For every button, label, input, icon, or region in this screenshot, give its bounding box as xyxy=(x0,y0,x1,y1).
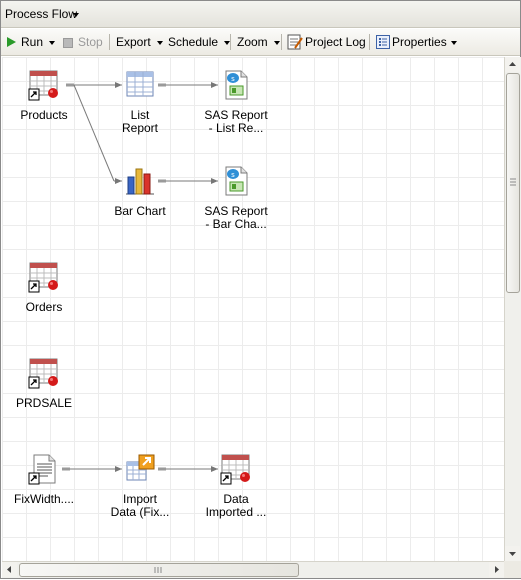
toolbar-separator xyxy=(281,34,282,50)
title-dropdown-icon[interactable] xyxy=(73,13,79,17)
node-import-data[interactable]: Import Data (Fix... xyxy=(100,453,180,528)
sas-report-icon: s xyxy=(225,70,248,100)
scroll-left-button[interactable] xyxy=(2,562,17,577)
node-list-report[interactable]: List Report xyxy=(100,69,180,144)
node-label-line: Data (Fix... xyxy=(110,505,170,519)
import-data-icon xyxy=(126,454,155,481)
grip-icon xyxy=(510,178,516,186)
arrow-down-icon xyxy=(509,552,516,556)
arrow-right-icon xyxy=(495,566,499,573)
node-label-line: - List Re... xyxy=(208,121,264,135)
toolbar-separator xyxy=(369,34,370,50)
process-flow-canvas[interactable]: Products List Report s SAS Report - List… xyxy=(2,57,504,561)
scroll-down-button[interactable] xyxy=(505,546,520,561)
scrollbar-corner xyxy=(504,561,521,578)
toolbar: Run Stop Export Schedule Zoom Project Lo… xyxy=(1,29,520,56)
sas-table-icon xyxy=(28,262,58,293)
schedule-label: Schedule xyxy=(168,35,219,49)
properties-button[interactable]: Properties xyxy=(392,29,447,55)
node-prdsale[interactable]: PRDSALE xyxy=(4,357,84,417)
schedule-button[interactable]: Schedule xyxy=(168,29,231,55)
toolbar-separator xyxy=(230,34,231,50)
run-label: Run xyxy=(21,35,44,49)
node-label: Data Imported ... xyxy=(186,493,286,519)
sas-table-icon xyxy=(28,358,58,389)
node-label: Orders xyxy=(25,300,63,314)
scroll-right-button[interactable] xyxy=(489,562,504,577)
zoom-button[interactable]: Zoom xyxy=(237,29,280,55)
node-bar-chart[interactable]: Bar Chart xyxy=(100,165,180,225)
window-title[interactable]: Process Flow xyxy=(5,7,77,21)
horizontal-scroll-thumb[interactable] xyxy=(19,563,299,577)
vertical-scrollbar[interactable] xyxy=(504,57,521,561)
node-label: FixWidth.... xyxy=(13,492,74,506)
svg-text:s: s xyxy=(231,171,235,179)
run-icon xyxy=(7,37,16,47)
node-label: SAS Report - Bar Cha... xyxy=(186,205,286,231)
run-dropdown-icon[interactable] xyxy=(49,40,56,45)
process-flow-window: Process Flow Run Stop Export Schedule Zo… xyxy=(0,0,521,579)
project-log-button[interactable]: Project Log xyxy=(305,29,366,55)
stop-icon xyxy=(63,38,73,48)
node-label: SAS Report - List Re... xyxy=(186,109,286,135)
zoom-dropdown-icon xyxy=(273,40,280,45)
zoom-label: Zoom xyxy=(237,35,268,49)
toolbar-separator xyxy=(109,34,110,50)
node-label-line: Imported ... xyxy=(205,505,267,519)
node-sas-report-bar[interactable]: s SAS Report - Bar Cha... xyxy=(196,165,276,240)
sas-table-icon xyxy=(220,454,250,485)
horizontal-scrollbar[interactable] xyxy=(2,561,504,578)
properties-icon xyxy=(376,35,390,49)
node-products[interactable]: Products xyxy=(4,69,84,129)
node-fixwidth[interactable]: FixWidth.... xyxy=(4,453,84,513)
bar-chart-icon xyxy=(126,168,154,195)
node-label-line: Report xyxy=(121,121,159,135)
node-label: Import Data (Fix... xyxy=(90,493,190,519)
stop-button[interactable]: Stop xyxy=(78,29,103,55)
node-label: List Report xyxy=(90,109,190,135)
node-label: Bar Chart xyxy=(114,204,166,218)
node-label-line: - Bar Cha... xyxy=(205,217,267,231)
properties-dropdown[interactable] xyxy=(445,29,457,55)
node-label: PRDSALE xyxy=(15,396,73,410)
text-file-icon xyxy=(28,454,56,485)
export-label: Export xyxy=(116,35,151,49)
scroll-up-button[interactable] xyxy=(505,57,520,72)
export-button[interactable]: Export xyxy=(116,29,163,55)
run-button[interactable]: Run xyxy=(21,29,56,55)
project-log-icon xyxy=(287,34,303,50)
sas-report-icon: s xyxy=(225,166,248,196)
arrow-up-icon xyxy=(509,62,516,66)
node-orders[interactable]: Orders xyxy=(4,261,84,321)
grip-icon xyxy=(154,567,162,573)
node-sas-report-list[interactable]: s SAS Report - List Re... xyxy=(196,69,276,144)
svg-text:s: s xyxy=(231,75,235,83)
title-bar: Process Flow xyxy=(1,1,520,28)
properties-dropdown-icon xyxy=(451,40,457,45)
node-data-imported[interactable]: Data Imported ... xyxy=(196,453,276,528)
export-dropdown-icon xyxy=(156,40,163,45)
node-label: Products xyxy=(20,108,68,122)
vertical-scroll-thumb[interactable] xyxy=(506,73,520,293)
arrow-left-icon xyxy=(7,566,11,573)
list-report-icon xyxy=(126,71,154,97)
sas-table-icon xyxy=(28,70,58,101)
